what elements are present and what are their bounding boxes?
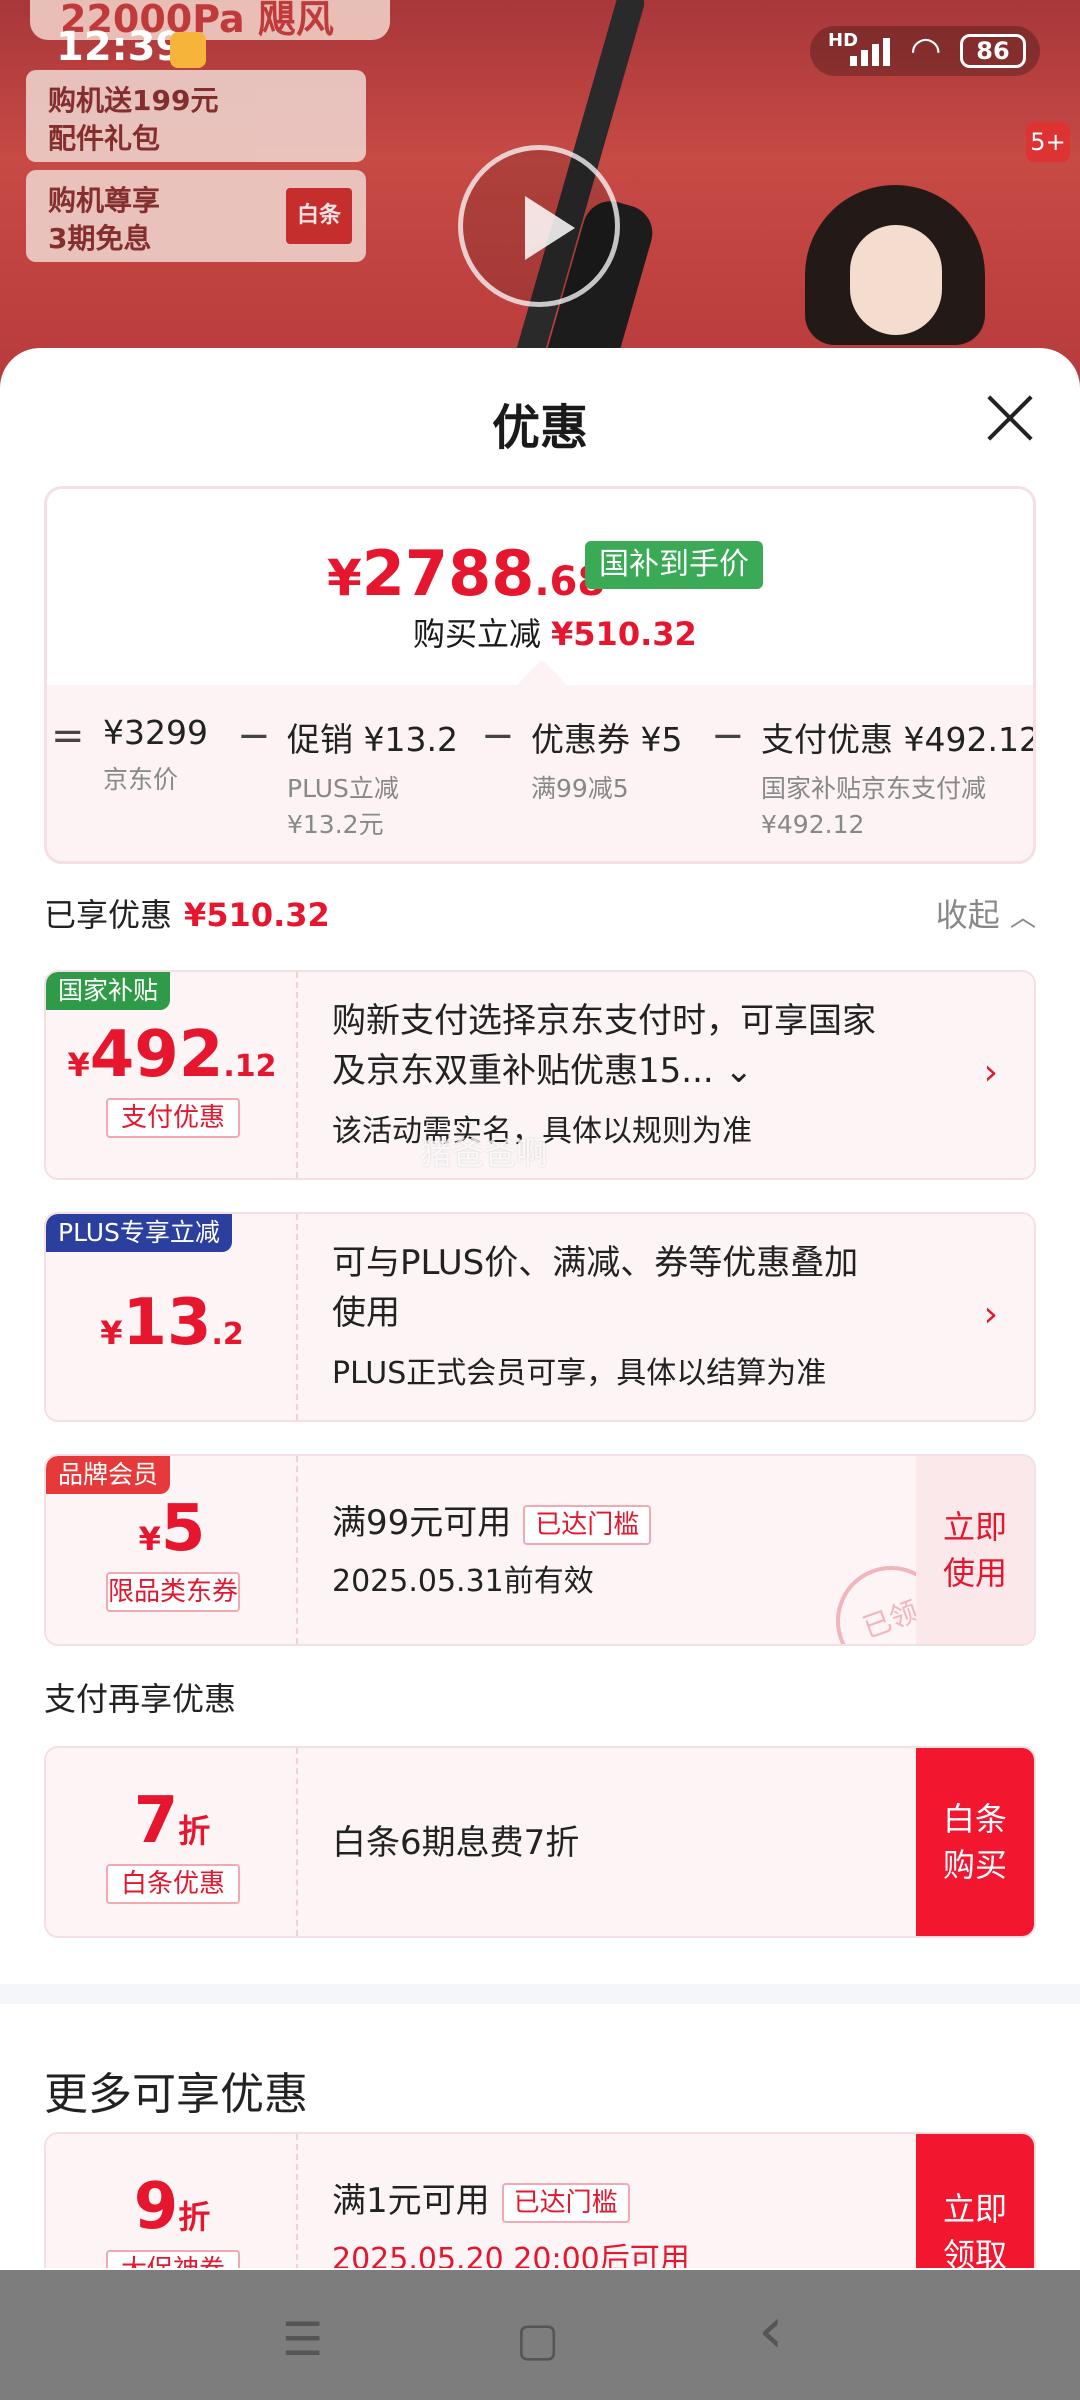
card-note: PLUS正式会员可享，具体以结算为准	[332, 1356, 827, 1391]
discount-type-pill: 大促神券	[106, 2250, 240, 2268]
promo-coupon-card: 9折 大促神券 满1元可用已达门槛 2025.05.20 20:00后可用 立即…	[44, 2132, 1036, 2268]
play-video-icon[interactable]	[458, 145, 620, 307]
final-price: ¥2788.68	[327, 537, 606, 610]
plus-discount-card[interactable]: PLUS专享立减 ¥13.2 可与PLUS价、满减、券等优惠叠加 使用 PLUS…	[44, 1212, 1036, 1422]
discount-amount: 9折	[133, 2170, 211, 2244]
use-now-button[interactable]: 立即 使用	[916, 1456, 1034, 1644]
coupon-amount: 优惠券 ¥5	[531, 720, 683, 759]
card-description: 购新支付选择京东支付时，可享国家 及京东双重补贴优惠15... ⌄	[332, 1001, 876, 1091]
chevron-right-icon[interactable]: ›	[984, 1294, 998, 1335]
discount-amount: ¥5	[138, 1492, 206, 1566]
chevron-right-icon[interactable]: ›	[984, 1052, 998, 1093]
notification-icon	[170, 32, 206, 68]
card-description: 可与PLUS价、满减、券等优惠叠加 使用	[332, 1243, 859, 1333]
card-corner-label: 国家补贴	[46, 972, 171, 1010]
card-note: 2025.05.31前有效	[332, 1564, 594, 1599]
discount-amount: ¥492.12	[67, 1018, 277, 1092]
instant-discount: 购买立减 ¥510.32	[413, 615, 697, 653]
discount-sheet: 优惠 ¥2788.68 国补到手价 购买立减 ¥510.32 = ¥3299 京东价…	[0, 348, 1080, 2268]
discount-amount: 7折	[133, 1784, 211, 1858]
baitiao-buy-button[interactable]: 白条 购买	[916, 1748, 1034, 1936]
threshold-badge: 已达门槛	[523, 1504, 652, 1545]
status-bar: 12:39 HD ◠ 86	[0, 0, 1080, 100]
pay-discount-header: 支付再享优惠	[44, 1680, 237, 1718]
brand-member-coupon-card: 品牌会员 ¥5 限品类东券 满99元可用 已达门槛 2025.05.31前有效 已…	[44, 1454, 1036, 1646]
price-breakdown: = ¥3299 京东价 − 促销 ¥13.2 PLUS立减 ¥13.2元 − 优惠券…	[47, 685, 1036, 861]
collapse-button[interactable]: 收起 ︿	[936, 890, 1036, 936]
card-corner-label: PLUS专享立减	[46, 1214, 232, 1252]
card-description: 满99元可用 已达门槛	[332, 1498, 652, 1548]
banner-promo-installment: 购机尊享 3期免息 白条	[26, 170, 366, 262]
card-description: 白条6期息费7折	[332, 1823, 580, 1863]
baitiao-card: 7折 白条优惠 白条6期息费7折 白条 购买	[44, 1746, 1036, 1938]
discount-amount: ¥13.2	[100, 1286, 244, 1360]
system-nav-bar: ☰ ▢ ‹	[0, 2270, 1080, 2400]
claim-now-button[interactable]: 立即 领取	[916, 2134, 1034, 2268]
subsidy-price-tag: 国补到手价	[585, 541, 763, 589]
section-divider	[0, 1984, 1080, 2004]
payment-discount: 支付优惠 ¥492.12	[761, 720, 1036, 759]
baitiao-badge: 白条	[286, 188, 352, 244]
price-summary-card: ¥2788.68 国补到手价 购买立减 ¥510.32 = ¥3299 京东价 − …	[44, 486, 1036, 864]
promo-amount: 促销 ¥13.2	[287, 720, 458, 759]
home-icon[interactable]: ▢	[516, 2312, 559, 2366]
enjoyed-discount-header: 已享优惠 ¥510.32	[44, 896, 330, 934]
card-note: 2025.05.20 20:00后可用	[332, 2242, 690, 2268]
system-indicators: HD ◠ 86	[810, 26, 1040, 76]
threshold-badge: 已达门槛	[501, 2182, 630, 2223]
discount-type-pill: 支付优惠	[106, 1098, 240, 1138]
sheet-title: 优惠	[491, 400, 588, 456]
battery-icon: 86	[960, 34, 1026, 68]
spokesperson-face	[850, 225, 942, 335]
watermark: 猪爸爸啊	[420, 1134, 549, 1172]
clock: 12:39	[56, 24, 184, 70]
signal-icon	[850, 38, 894, 66]
discount-type-pill: 限品类东券	[106, 1572, 240, 1612]
card-description: 满1元可用 已达门槛	[332, 2176, 630, 2226]
wifi-icon: ◠	[910, 30, 942, 71]
menu-icon[interactable]: ☰	[282, 2312, 323, 2366]
card-corner-label: 品牌会员	[46, 1456, 171, 1494]
back-icon[interactable]: ‹	[758, 2294, 784, 2368]
more-discounts-header: 更多可享优惠	[44, 2069, 308, 2120]
jd-price: ¥3299	[103, 713, 208, 752]
chevron-up-icon: ︿	[1009, 903, 1036, 933]
close-icon[interactable]	[980, 388, 1040, 448]
image-count-badge: 5+	[1026, 122, 1070, 162]
discount-type-pill: 白条优惠	[106, 1864, 240, 1904]
